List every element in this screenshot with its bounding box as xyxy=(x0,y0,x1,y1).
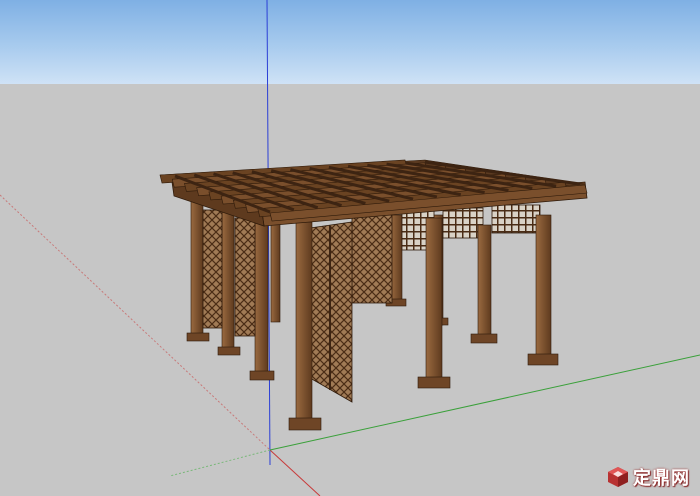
modeling-viewport[interactable]: 定鼎网 xyxy=(0,0,700,496)
red-cube-logo-icon xyxy=(608,467,628,487)
front-posts xyxy=(417,214,559,389)
green-axis-dotted xyxy=(169,449,271,477)
watermark-text: 定鼎网 xyxy=(633,468,690,489)
pergola-scene xyxy=(0,0,700,496)
watermark: 定鼎网 xyxy=(607,464,690,490)
back-panels xyxy=(351,204,541,304)
red-axis xyxy=(269,449,321,496)
front-panel xyxy=(309,221,353,403)
